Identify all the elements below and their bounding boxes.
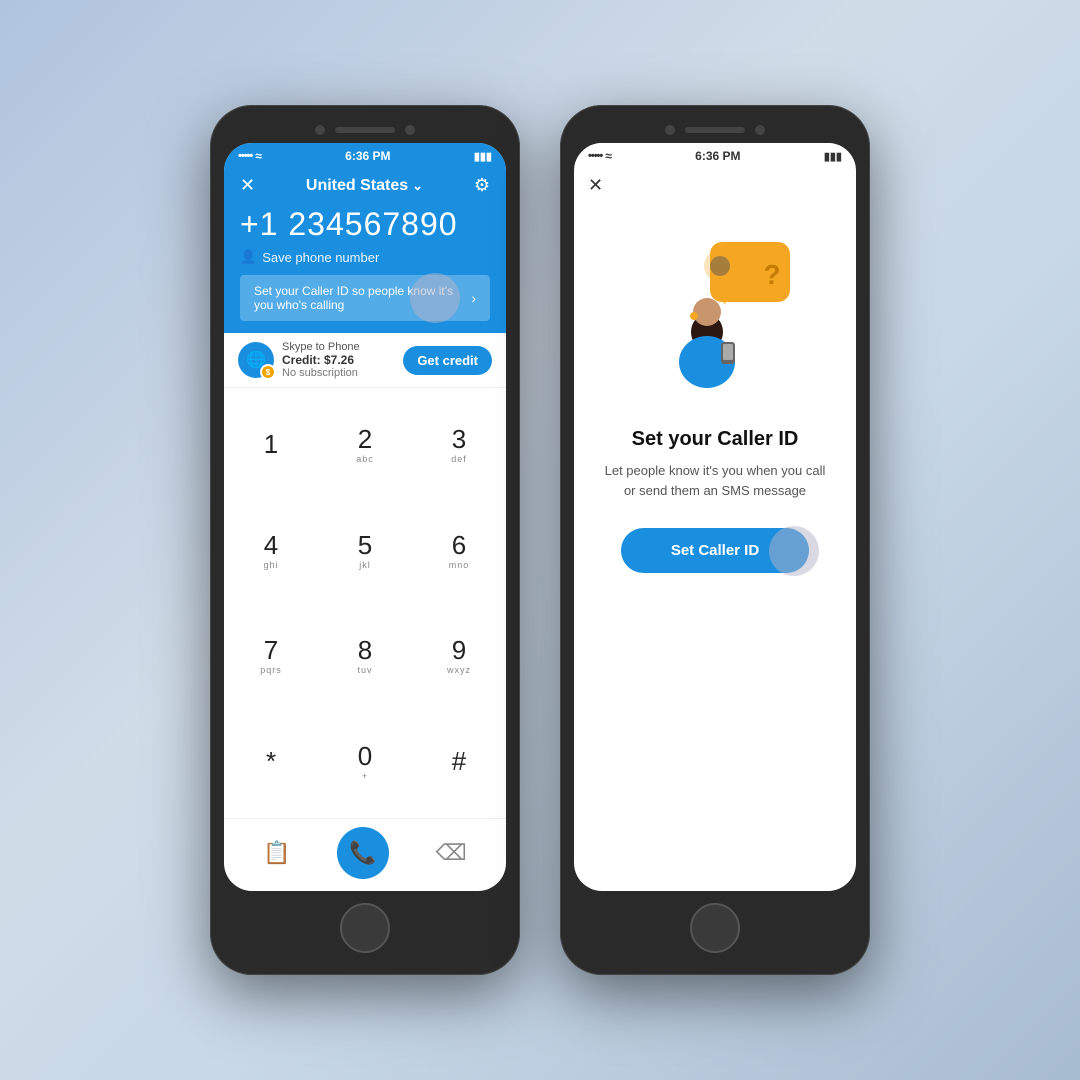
wifi-icon-2: ≈ — [605, 149, 612, 163]
digit-1: 1 — [264, 430, 278, 459]
phone-2-screen: ••••• ≈ 6:36 PM ▮▮▮ ✕ ? — [574, 143, 856, 891]
digit-3: 3 — [452, 425, 466, 454]
phone-2: ••••• ≈ 6:36 PM ▮▮▮ ✕ ? — [560, 105, 870, 975]
caller-id-screen-title: Set your Caller ID — [632, 428, 799, 451]
battery-icon-1: ▮▮▮ — [474, 150, 492, 163]
status-time-2: 6:36 PM — [695, 149, 740, 163]
letters-3: def — [451, 454, 467, 464]
digit-7: 7 — [264, 636, 278, 665]
dialpad: 1 2 abc 3 def 4 ghi 5 jkl 6 mno — [224, 388, 506, 818]
phone-1: ••••• ≈ 6:36 PM ▮▮▮ ✕ United States ⌄ ⚙ … — [210, 105, 520, 975]
cursor-overlay — [410, 273, 460, 323]
set-caller-id-button[interactable]: Set Caller ID — [621, 528, 809, 573]
credit-row: 🌐 $ Skype to Phone Credit: $7.26 No subs… — [224, 333, 506, 388]
dial-key-4[interactable]: 4 ghi — [224, 498, 318, 604]
call-button[interactable]: 📞 — [337, 827, 389, 879]
svg-text:?: ? — [763, 259, 780, 290]
phone1-header-row: ✕ United States ⌄ ⚙ — [240, 175, 490, 196]
close-button-1[interactable]: ✕ — [240, 175, 255, 196]
letters-4: ghi — [263, 560, 278, 570]
dial-key-6[interactable]: 6 mno — [412, 498, 506, 604]
digit-star: * — [266, 747, 276, 776]
earpiece-speaker — [335, 127, 395, 133]
phone-1-bottom — [224, 891, 506, 961]
phone-1-screen: ••••• ≈ 6:36 PM ▮▮▮ ✕ United States ⌄ ⚙ … — [224, 143, 506, 891]
letters-0: + — [362, 771, 368, 781]
location-title[interactable]: United States ⌄ — [306, 177, 423, 195]
credit-info: Skype to Phone Credit: $7.26 No subscrip… — [282, 341, 360, 379]
get-credit-button[interactable]: Get credit — [403, 346, 492, 375]
digit-4: 4 — [264, 531, 278, 560]
phone-1-top — [224, 119, 506, 143]
add-contact-icon: 👤 — [240, 249, 256, 265]
subscription-label: No subscription — [282, 367, 360, 379]
status-bar-1: ••••• ≈ 6:36 PM ▮▮▮ — [224, 143, 506, 167]
service-label: Skype to Phone — [282, 341, 360, 353]
letters-8: tuv — [357, 665, 372, 675]
digit-9: 9 — [452, 636, 466, 665]
status-time-1: 6:36 PM — [345, 149, 390, 163]
digit-0: 0 — [358, 742, 372, 771]
dial-key-9[interactable]: 9 wxyz — [412, 603, 506, 709]
digit-8: 8 — [358, 636, 372, 665]
digit-hash: # — [452, 747, 466, 776]
caller-id-description: Let people know it's you when you call o… — [604, 461, 826, 500]
caller-id-chevron-icon: › — [471, 290, 476, 306]
save-number-label: Save phone number — [262, 250, 379, 265]
bottom-bar: 📋 📞 ⌫ — [224, 818, 506, 891]
skype-globe-icon: 🌐 $ — [238, 342, 274, 378]
dial-key-1[interactable]: 1 — [224, 392, 318, 498]
home-button-2[interactable] — [690, 903, 740, 953]
status-bar-2: ••••• ≈ 6:36 PM ▮▮▮ — [574, 143, 856, 167]
digit-6: 6 — [452, 531, 466, 560]
dialed-number: +1 234567890 — [240, 206, 490, 243]
close-button-2[interactable]: ✕ — [574, 167, 617, 204]
front-camera-2 — [665, 125, 675, 135]
dial-key-0[interactable]: 0 + — [318, 709, 412, 815]
dial-key-star[interactable]: * — [224, 709, 318, 815]
digit-5: 5 — [358, 531, 372, 560]
front-sensor-2 — [755, 125, 765, 135]
dial-key-hash[interactable]: # — [412, 709, 506, 815]
signal-icon: ••••• — [238, 150, 252, 162]
dial-key-2[interactable]: 2 abc — [318, 392, 412, 498]
phone-2-bottom — [574, 891, 856, 961]
battery-icon-2: ▮▮▮ — [824, 150, 842, 163]
credit-amount: Credit: $7.26 — [282, 353, 360, 367]
contacts-icon[interactable]: 📋 — [263, 840, 290, 866]
letters-2: abc — [356, 454, 374, 464]
phone1-header: ✕ United States ⌄ ⚙ +1 234567890 👤 Save … — [224, 167, 506, 333]
digit-2: 2 — [358, 425, 372, 454]
wifi-icon: ≈ — [255, 149, 262, 163]
chevron-down-icon: ⌄ — [412, 178, 423, 194]
cursor-overlay-2 — [769, 526, 819, 576]
home-button-1[interactable] — [340, 903, 390, 953]
dial-key-8[interactable]: 8 tuv — [318, 603, 412, 709]
earpiece-speaker-2 — [685, 127, 745, 133]
delete-icon[interactable]: ⌫ — [436, 840, 467, 866]
phone-icon: 📞 — [349, 840, 376, 866]
letters-5: jkl — [359, 560, 371, 570]
front-sensor — [405, 125, 415, 135]
dial-key-3[interactable]: 3 def — [412, 392, 506, 498]
settings-gear-icon[interactable]: ⚙ — [474, 175, 490, 196]
signal-icon-2: ••••• — [588, 150, 602, 162]
letters-9: wxyz — [447, 665, 471, 675]
dial-key-7[interactable]: 7 pqrs — [224, 603, 318, 709]
phone-2-top — [574, 119, 856, 143]
dial-key-5[interactable]: 5 jkl — [318, 498, 412, 604]
letters-7: pqrs — [260, 665, 282, 675]
coin-badge: $ — [260, 364, 276, 380]
front-camera — [315, 125, 325, 135]
caller-id-screen: ? Set your Caller ID — [574, 204, 856, 891]
letters-6: mno — [449, 560, 470, 570]
caller-id-banner[interactable]: Set your Caller ID so people know it's y… — [240, 275, 490, 321]
save-number-row[interactable]: 👤 Save phone number — [240, 249, 490, 265]
caller-id-illustration: ? — [625, 224, 805, 404]
